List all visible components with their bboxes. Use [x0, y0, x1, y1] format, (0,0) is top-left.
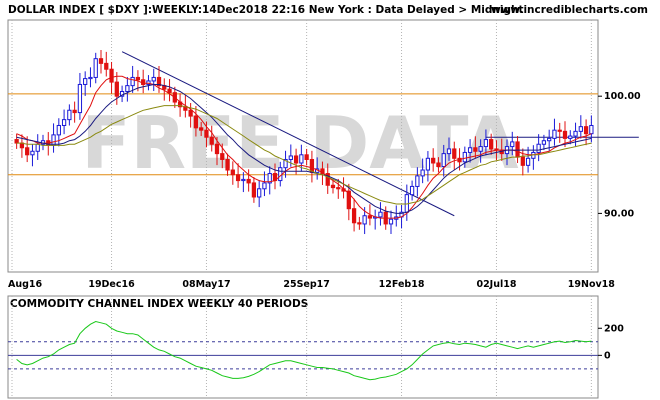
candle-body — [193, 115, 199, 129]
candle-body — [568, 135, 573, 139]
candle-body — [14, 139, 19, 144]
candle-body — [304, 154, 309, 160]
candle-body — [77, 83, 83, 114]
candle-body — [288, 155, 293, 160]
candle-body — [515, 141, 520, 158]
candle-body — [214, 143, 220, 155]
candle-body — [167, 88, 172, 94]
cci-tick-label: 200 — [604, 323, 624, 334]
cci-y-axis: 2000 — [598, 323, 624, 361]
candle-body — [573, 130, 578, 137]
candle-body — [562, 130, 568, 139]
candle-body — [56, 124, 61, 136]
candle-body — [125, 85, 130, 92]
candle-body — [388, 218, 394, 225]
candle-body — [225, 158, 230, 171]
candle-body — [30, 150, 35, 156]
candle-body — [262, 182, 267, 190]
candle-body — [351, 208, 357, 224]
date-tick-label: 08May17 — [182, 279, 230, 290]
cci-title: COMMODITY CHANNEL INDEX WEEKLY 40 PERIOD… — [10, 298, 308, 310]
price-tick-label: 90.00 — [604, 208, 634, 219]
candle-body — [241, 178, 246, 182]
chart-canvas: DOLLAR INDEX [ $DXY ]:WEEKLY:14Dec2018 2… — [7, 4, 648, 399]
candle-body — [88, 76, 93, 80]
candle-body — [552, 129, 557, 139]
candle-body — [251, 182, 257, 198]
chart-title: DOLLAR INDEX [ $DXY ]:WEEKLY:14Dec2018 2… — [8, 4, 523, 16]
cci-tick-label: 0 — [604, 350, 611, 361]
candle-body — [462, 151, 467, 163]
candle-body — [483, 139, 489, 148]
candle-body — [330, 184, 336, 189]
date-axis: Aug16 19Dec16 08May17 25Sep17 12Feb18 02Jul18… — [8, 279, 615, 290]
candle-body — [441, 153, 446, 168]
date-tick-label: 12Feb18 — [379, 279, 425, 290]
date-tick-label: 02Jul18 — [476, 279, 516, 290]
candle-body — [583, 126, 589, 135]
candle-body — [367, 215, 373, 219]
candle-body — [61, 119, 67, 126]
candle-body — [278, 167, 283, 182]
candle-body — [235, 174, 241, 182]
candle-body — [547, 137, 552, 142]
candle-body — [378, 211, 383, 218]
candle-body — [25, 147, 30, 156]
candle-body — [510, 141, 515, 148]
candle-body — [98, 58, 104, 64]
candle-body — [452, 148, 457, 159]
candle-body — [246, 178, 251, 184]
candle-body — [541, 140, 547, 145]
candle-body — [104, 62, 109, 70]
candle-body — [299, 154, 304, 164]
candle-body — [362, 215, 367, 225]
candle-body — [420, 169, 425, 177]
candle-body — [473, 147, 478, 152]
candle-body — [151, 76, 156, 82]
candle-body — [35, 143, 40, 152]
candle-body — [93, 58, 98, 78]
candle-body — [130, 76, 135, 87]
candle-body — [589, 124, 594, 135]
candle-body — [220, 153, 225, 160]
date-tick-label: 19Dec16 — [88, 279, 135, 290]
candle-body — [230, 169, 235, 176]
date-tick-label: 19Nov18 — [568, 279, 616, 290]
candle-body — [446, 148, 452, 155]
candle-body — [109, 68, 114, 83]
candle-body — [436, 162, 441, 168]
date-tick-label: 25Sep17 — [283, 279, 330, 290]
candle-body — [72, 109, 77, 114]
watermark: FREE DATA — [81, 101, 518, 185]
candle-body — [199, 127, 204, 131]
date-tick-label: Aug16 — [8, 279, 43, 290]
candle-body — [536, 143, 541, 153]
site-url: www.incrediblecharts.com — [491, 4, 648, 16]
candle-body — [425, 157, 431, 171]
candle-body — [578, 126, 583, 132]
candle-body — [209, 136, 214, 145]
candle-body — [467, 147, 473, 153]
candle-body — [520, 156, 525, 166]
candle-body — [114, 81, 119, 97]
candle-body — [409, 185, 415, 196]
candle-body — [357, 222, 362, 225]
candle-body — [293, 155, 299, 164]
candle-body — [336, 187, 341, 190]
candle-body — [415, 175, 420, 187]
candle-body — [135, 76, 141, 81]
candle-body — [525, 157, 531, 166]
candle-body — [257, 188, 262, 198]
candle-body — [431, 157, 436, 164]
price-y-axis: 100.00 90.00 — [598, 91, 641, 219]
candle-body — [204, 129, 209, 138]
candle-body — [478, 146, 483, 152]
price-tick-label: 100.00 — [604, 91, 641, 102]
candle-body — [67, 109, 72, 121]
candle-body — [83, 78, 88, 85]
candle-body — [188, 109, 193, 117]
candle-body — [557, 129, 562, 132]
candle-body — [489, 139, 494, 150]
